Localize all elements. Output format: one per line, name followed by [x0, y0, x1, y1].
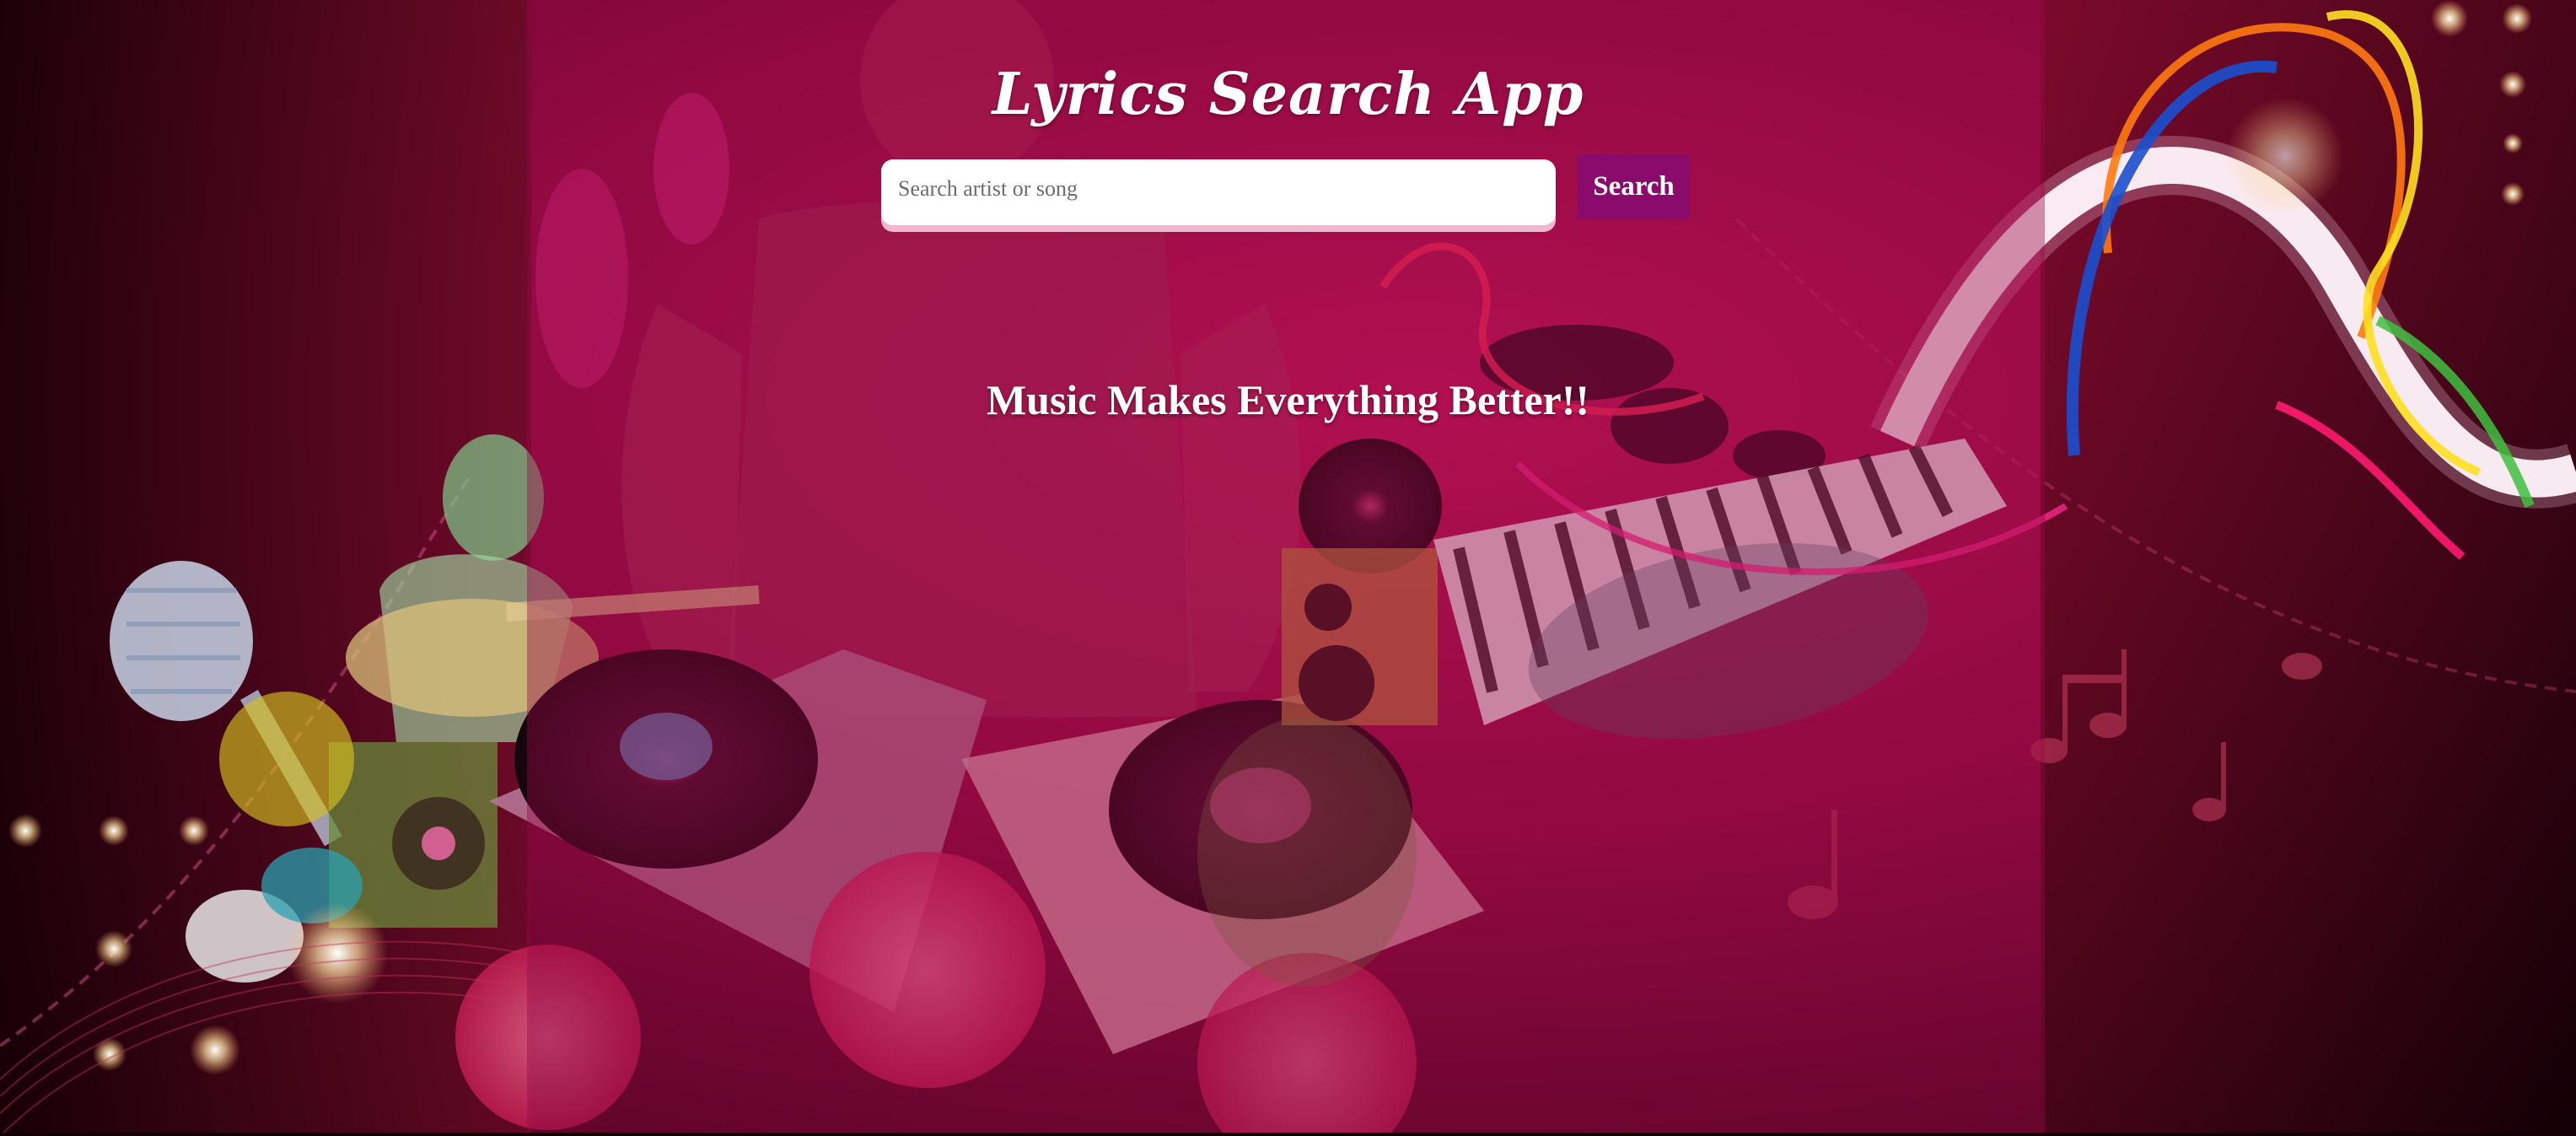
search-box: [881, 159, 1556, 225]
app-title: Lyrics Search App: [992, 61, 1584, 128]
search-input[interactable]: [881, 159, 1556, 218]
bottom-edge: [0, 1133, 2576, 1136]
search-button[interactable]: Search: [1578, 154, 1690, 219]
tagline: Music Makes Everything Better!!: [986, 376, 1590, 423]
